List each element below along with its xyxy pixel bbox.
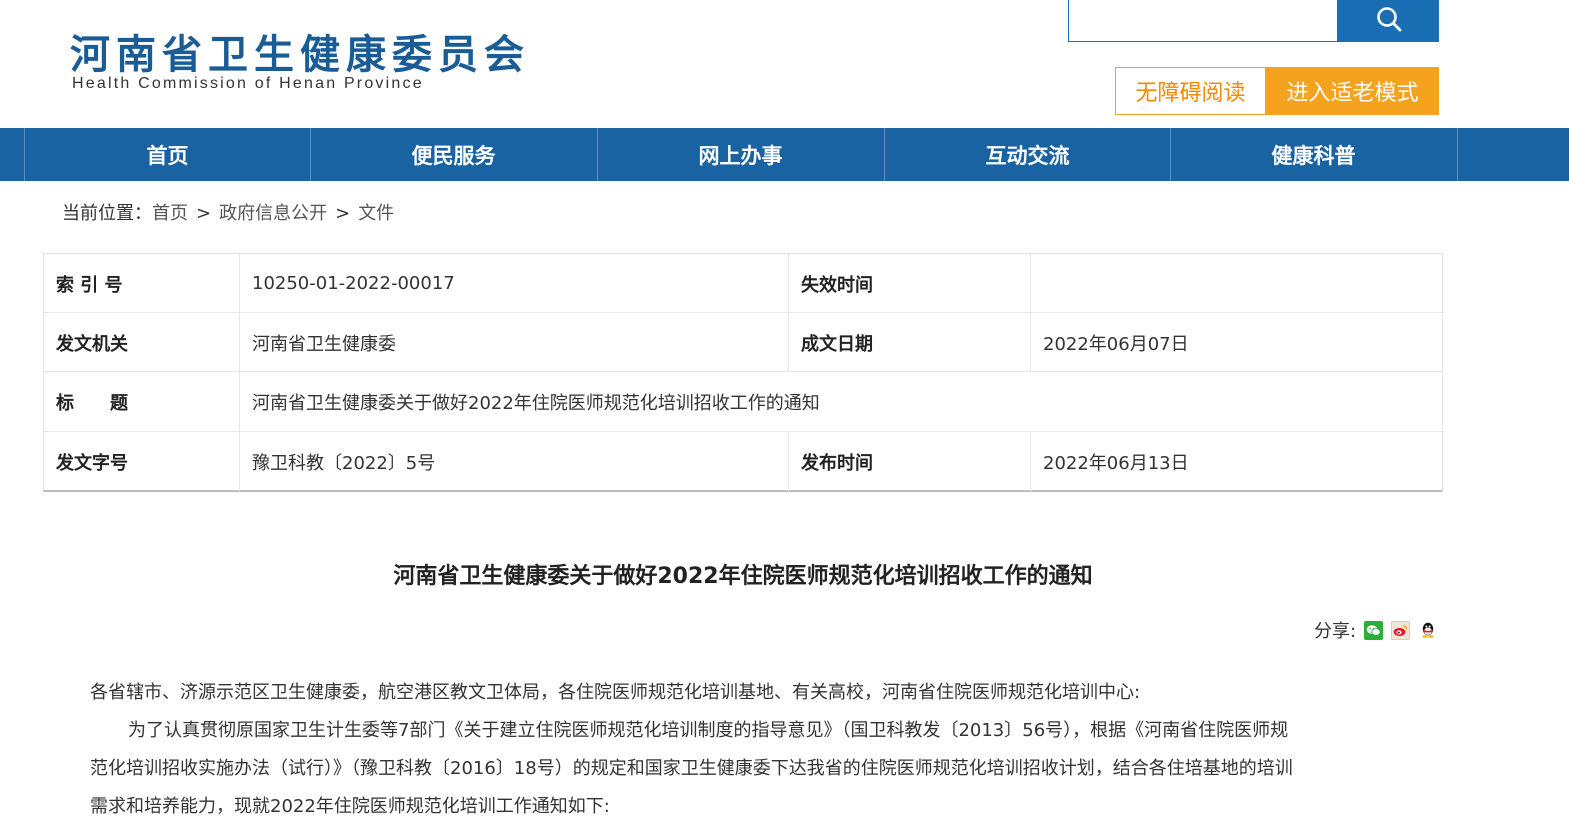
breadcrumb: 当前位置：首页 > 政府信息公开 > 文件 [62, 199, 394, 225]
qq-icon[interactable] [1418, 620, 1438, 640]
nav-item-online-affairs[interactable]: 网上办事 [597, 128, 883, 181]
meta-value-docno: 豫卫科教〔2022〕5号 [240, 432, 789, 491]
elder-mode-button[interactable]: 进入适老模式 [1266, 67, 1439, 115]
nav-item-health-science[interactable]: 健康科普 [1170, 128, 1456, 181]
article-body: 各省辖市、济源示范区卫生健康委，航空港区教文卫体局，各住院医师规范化培训基地、有… [90, 674, 1400, 826]
meta-label-issuer: 发文机关 [44, 313, 240, 372]
breadcrumb-prefix: 当前位置： [62, 203, 152, 224]
meta-value-created: 2022年06月07日 [1043, 333, 1189, 355]
meta-value-issuer: 河南省卫生健康委 [240, 313, 789, 372]
site-logo-title[interactable]: 河南省卫生健康委员会 [70, 22, 530, 80]
meta-label-expire: 失效时间 [789, 254, 1031, 313]
article-paragraph-line: 需求和培养能力，现就2022年住院医师规范化培训工作通知如下: [90, 796, 610, 817]
meta-value-title: 河南省卫生健康委关于做好2022年住院医师规范化培训招收工作的通知 [252, 393, 820, 414]
share-bar: 分享: [1314, 617, 1438, 643]
meta-label-publish: 发布时间 [789, 432, 1031, 491]
meta-label-index: 索 引 号 [44, 254, 240, 313]
nav-item-interaction[interactable]: 互动交流 [884, 128, 1170, 181]
main-nav: 首页 便民服务 网上办事 互动交流 健康科普 [0, 128, 1569, 181]
meta-label-created: 成文日期 [789, 313, 1031, 372]
breadcrumb-separator: > [196, 203, 212, 224]
nav-item-home[interactable]: 首页 [24, 128, 310, 181]
meta-row: 发文字号 豫卫科教〔2022〕5号 发布时间 2022年06月13日 [44, 432, 1442, 491]
article-paragraph-line: 范化培训招收实施办法（试行）》（豫卫科教〔2016〕18号）的规定和国家卫生健康… [90, 758, 1293, 779]
meta-value-index: 10250-01-2022-00017 [240, 254, 789, 313]
search-icon [1375, 5, 1403, 37]
breadcrumb-documents[interactable]: 文件 [358, 203, 394, 224]
meta-row: 索 引 号 10250-01-2022-00017 失效时间 [44, 254, 1442, 313]
weibo-icon[interactable] [1391, 620, 1411, 640]
nav-item-services[interactable]: 便民服务 [310, 128, 596, 181]
site-logo-subtitle: Health Commission of Henan Province [72, 75, 424, 92]
article-title: 河南省卫生健康委关于做好2022年住院医师规范化培训招收工作的通知 [393, 564, 1093, 589]
nav-divider [1457, 128, 1458, 181]
meta-value-expire [1031, 254, 1442, 313]
search-button[interactable] [1338, 0, 1439, 42]
share-label: 分享: [1314, 621, 1357, 642]
accessibility-reading-button[interactable]: 无障碍阅读 [1115, 67, 1266, 115]
search-input[interactable] [1068, 0, 1338, 42]
article-paragraph-line: 为了认真贯彻原国家卫生计生委等7部门《关于建立住院医师规范化培训制度的指导意见》… [128, 720, 1289, 741]
meta-value-publish: 2022年06月13日 [1043, 452, 1189, 474]
breadcrumb-separator: > [335, 203, 351, 224]
meta-row: 标 题 河南省卫生健康委关于做好2022年住院医师规范化培训招收工作的通知 [44, 372, 1442, 432]
breadcrumb-gov-info[interactable]: 政府信息公开 [219, 203, 327, 224]
article-paragraph-salutation: 各省辖市、济源示范区卫生健康委，航空港区教文卫体局，各住院医师规范化培训基地、有… [90, 682, 1141, 703]
wechat-icon[interactable] [1364, 620, 1384, 640]
document-meta-table: 索 引 号 10250-01-2022-00017 失效时间 发文机关 河南省卫… [43, 253, 1443, 492]
meta-row: 发文机关 河南省卫生健康委 成文日期 2022年06月07日 [44, 313, 1442, 372]
breadcrumb-home[interactable]: 首页 [152, 203, 188, 224]
meta-label-title: 标 题 [44, 372, 240, 432]
meta-label-docno: 发文字号 [44, 432, 240, 491]
